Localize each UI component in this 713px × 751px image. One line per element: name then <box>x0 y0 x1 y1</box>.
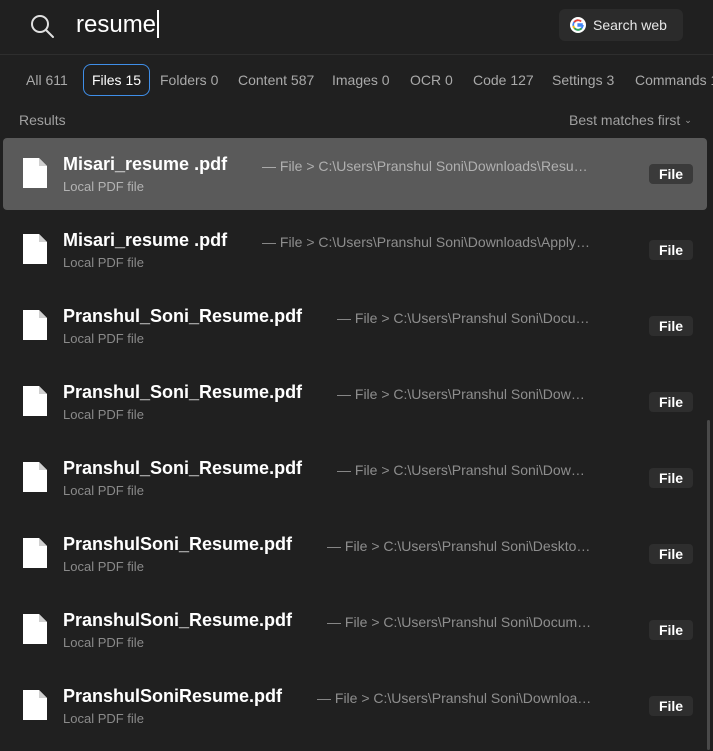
result-name: PranshulSoni_Resume.pdf <box>63 534 293 554</box>
result-item[interactable]: PranshulSoni_Resume.pdf — File > C:\User… <box>3 594 707 666</box>
result-name: Pranshul_Soni_Resume.pdf <box>63 382 303 402</box>
result-kind-badge: File <box>649 392 693 412</box>
result-name: PranshulSoniResume.pdf <box>63 686 283 706</box>
search-web-button[interactable]: Search web <box>559 9 683 41</box>
result-path: — File > C:\Users\Pranshul Soni\Download… <box>317 690 592 706</box>
result-name: Misari_resume .pdf <box>63 154 228 174</box>
chevron-down-icon: ⌄ <box>684 115 692 125</box>
result-type: Local PDF file <box>63 407 144 422</box>
result-name: Pranshul_Soni_Resume.pdf <box>63 306 303 326</box>
result-path: — File > C:\Users\Pranshul Soni\Download… <box>262 234 592 250</box>
file-icon <box>23 690 47 720</box>
result-kind-badge: File <box>649 164 693 184</box>
result-item[interactable]: PranshulSoni_Resume.pdf — File > C:\User… <box>3 518 707 590</box>
file-icon <box>23 310 47 340</box>
result-type: Local PDF file <box>63 711 144 726</box>
result-kind-badge: File <box>649 620 693 640</box>
result-path: — File > C:\Users\Pranshul Soni\Download… <box>337 386 592 402</box>
search-web-label: Search web <box>593 17 667 33</box>
tab-commands[interactable]: Commands 1 <box>627 64 713 96</box>
result-name: PranshulSoni_Resume.pdf <box>63 610 293 630</box>
file-icon <box>23 234 47 264</box>
result-item[interactable]: PranshulSoniResume.pdf — File > C:\Users… <box>3 670 707 742</box>
result-kind-badge: File <box>649 240 693 260</box>
result-path: — File > C:\Users\Pranshul Soni\Desktop\… <box>327 538 592 554</box>
sort-label: Best matches first <box>569 112 681 128</box>
result-type: Local PDF file <box>63 635 144 650</box>
result-path: — File > C:\Users\Pranshul Soni\Document… <box>327 614 592 630</box>
result-kind-badge: File <box>649 468 693 488</box>
tab-all[interactable]: All 611 <box>18 64 76 96</box>
result-path: — File > C:\Users\Pranshul Soni\Document… <box>337 310 592 326</box>
result-name: Pranshul_Soni_Resume.pdf <box>63 458 303 478</box>
result-kind-badge: File <box>649 544 693 564</box>
result-type: Local PDF file <box>63 483 144 498</box>
file-icon <box>23 158 47 188</box>
result-path: — File > C:\Users\Pranshul Soni\Download… <box>262 158 592 174</box>
tab-content[interactable]: Content 587 <box>230 64 322 96</box>
search-bar: resume Search web <box>0 0 713 55</box>
result-item[interactable]: Pranshul_Soni_Resume.pdf — File > C:\Use… <box>3 442 707 514</box>
scrollbar[interactable] <box>707 420 710 750</box>
tab-ocr[interactable]: OCR 0 <box>402 64 461 96</box>
file-icon <box>23 386 47 416</box>
results-heading: Results <box>19 112 66 128</box>
file-icon <box>23 462 47 492</box>
result-type: Local PDF file <box>63 179 144 194</box>
file-icon <box>23 538 47 568</box>
result-kind-badge: File <box>649 696 693 716</box>
result-type: Local PDF file <box>63 255 144 270</box>
search-input[interactable]: resume <box>76 8 160 42</box>
search-icon <box>31 15 54 38</box>
result-kind-badge: File <box>649 316 693 336</box>
result-type: Local PDF file <box>63 559 144 574</box>
tab-settings[interactable]: Settings 3 <box>544 64 622 96</box>
result-item[interactable]: Misari_resume .pdf — File > C:\Users\Pra… <box>3 214 707 286</box>
result-type: Local PDF file <box>63 331 144 346</box>
result-name: Misari_resume .pdf <box>63 230 228 250</box>
tab-files[interactable]: Files 15 <box>83 64 151 96</box>
file-icon <box>23 614 47 644</box>
results-list: Misari_resume .pdf — File > C:\Users\Pra… <box>3 138 707 746</box>
tab-code[interactable]: Code 127 <box>465 64 542 96</box>
result-item[interactable]: Pranshul_Soni_Resume.pdf — File > C:\Use… <box>3 366 707 438</box>
result-path: — File > C:\Users\Pranshul Soni\Download… <box>337 462 592 478</box>
tab-folders[interactable]: Folders 0 <box>152 64 226 96</box>
sort-dropdown[interactable]: Best matches first ⌄ <box>569 112 692 128</box>
text-caret <box>157 10 160 38</box>
google-icon <box>570 17 586 33</box>
search-query-text: resume <box>76 11 157 38</box>
result-item[interactable]: Misari_resume .pdf — File > C:\Users\Pra… <box>3 138 707 210</box>
result-item[interactable]: Pranshul_Soni_Resume.pdf — File > C:\Use… <box>3 290 707 362</box>
tab-images[interactable]: Images 0 <box>324 64 398 96</box>
